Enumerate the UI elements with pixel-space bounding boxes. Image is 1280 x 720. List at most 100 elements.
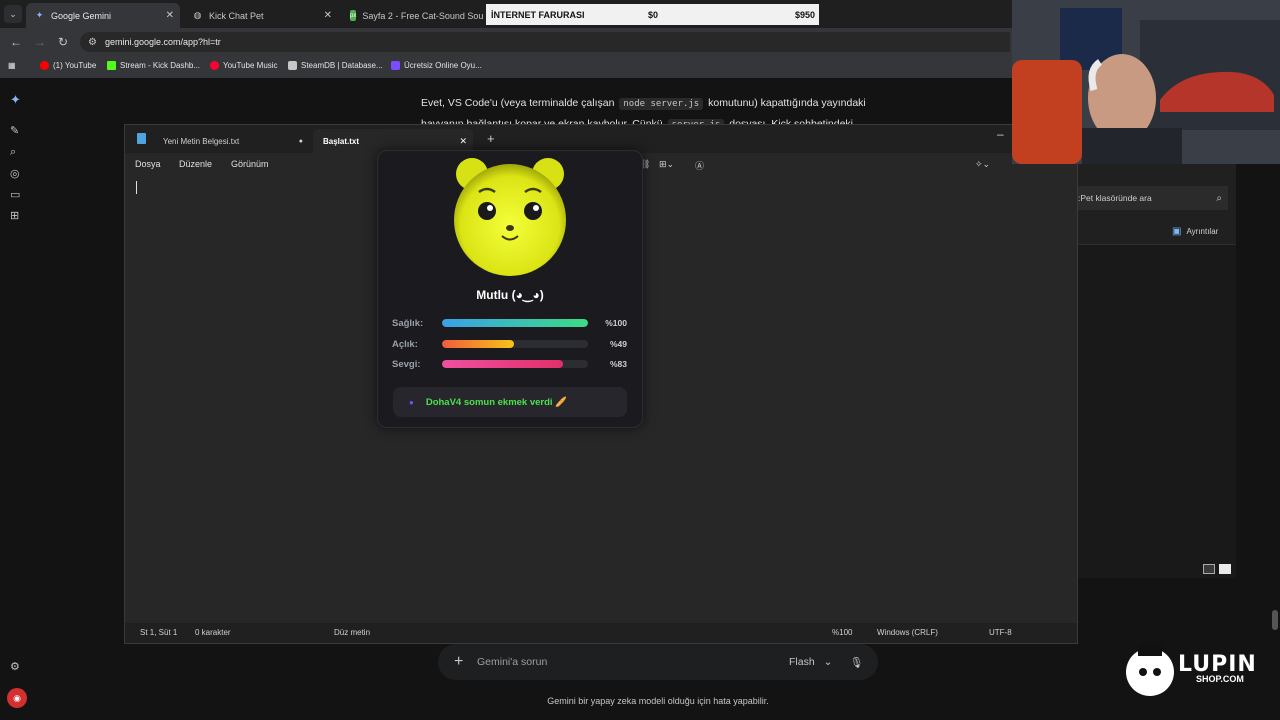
bookmark-label: Ücretsiz Online Oyu... (404, 61, 482, 70)
stat-label: Sevgi: (392, 359, 421, 370)
close-icon[interactable]: ✕ (166, 10, 174, 21)
stat-value: %100 (605, 318, 627, 328)
explorer-content-pane (1078, 244, 1236, 578)
bookmark-steamdb[interactable]: SteamDB | Database... (288, 61, 383, 70)
bookmark-youtube-music[interactable]: YouTube Music (210, 61, 278, 70)
notepad-icon (137, 133, 146, 144)
pixabay-icon: px (350, 10, 357, 21)
forward-icon[interactable]: → (34, 35, 46, 49)
prompt-input-bar[interactable]: + Gemini'a sorun Flash ⌄ 🎙 (438, 644, 878, 680)
cursor-position: St 1, Süt 1 (140, 628, 178, 637)
stat-value: %83 (609, 359, 627, 369)
internet-bill-overlay: İNTERNET FARURASI $0 $950 (486, 4, 819, 25)
tab-label: Sayfa 2 - Free Cat-Sound Soun (362, 10, 484, 21)
pet-eye-right (524, 202, 542, 220)
stat-fill (442, 340, 514, 348)
tab-label: Başlat.txt (323, 136, 360, 146)
pet-event-toast: ● DohaV4 somun ekmek verdi 🥖 (393, 387, 627, 417)
address-bar[interactable]: ⚙ gemini.google.com/app?hl=tr (80, 32, 1010, 52)
menu-dosya[interactable]: Dosya (135, 159, 161, 169)
microphone-icon[interactable]: 🎙 (850, 656, 863, 669)
tab-label: Yeni Metin Belgesi.txt (163, 136, 240, 146)
youtube-icon (40, 61, 49, 70)
model-label: Flash (789, 656, 815, 668)
gemini-sidebar: ✦ ✎ ⌕ ◎ ▭ ⊞ ⚙ ◉ (0, 82, 34, 720)
gem-icon[interactable]: ◎ (10, 167, 20, 180)
unsaved-dot-icon[interactable]: ● (299, 138, 303, 145)
spellcheck-icon[interactable]: Ⓐ (695, 159, 704, 172)
apps-icon[interactable]: ▦ (8, 61, 16, 70)
pet-head (454, 164, 566, 276)
close-icon[interactable]: ✕ (324, 10, 332, 21)
tab-search-button[interactable]: ⌄ (4, 5, 22, 23)
stat-bar (442, 360, 588, 368)
bookmark-online-games[interactable]: Ücretsiz Online Oyu... (391, 61, 482, 70)
settings-icon[interactable]: ⚙ (10, 660, 20, 673)
logo-eye (1139, 668, 1147, 676)
pet-mood-label: Mutlu (◕‿◕) (476, 288, 544, 302)
explorer-details-button[interactable]: ▣ Ayrıntılar (1172, 226, 1218, 237)
response-text: Evet, VS Code'u (veya terminalde çalışan (421, 97, 615, 109)
gemini-disclaimer: Gemini bir yapay zeka modeli olduğu için… (547, 696, 769, 706)
line-ending: Windows (CRLF) (877, 628, 938, 637)
new-chat-icon[interactable]: ✎ (10, 124, 19, 137)
scrollbar-thumb[interactable] (1272, 610, 1278, 630)
back-icon[interactable]: ← (10, 35, 22, 49)
bookmarks-bar: ▦ (1) YouTube Stream - Kick Dashb... You… (0, 56, 1012, 78)
tab-free-cat-sound[interactable]: px Sayfa 2 - Free Cat-Sound Soun (342, 3, 484, 28)
pet-nose (506, 225, 514, 231)
stat-label: Sağlık: (392, 318, 424, 329)
webcam-feed (1012, 0, 1280, 164)
library-icon[interactable]: ▭ (10, 188, 20, 201)
tiles-view-icon[interactable] (1219, 564, 1231, 574)
text-format: Düz metin (334, 628, 371, 637)
stat-bar (442, 319, 588, 327)
apps-grid-icon[interactable]: ⊞ (10, 209, 19, 222)
tab-label: Kick Chat Pet (209, 10, 264, 21)
char-count: 0 karakter (195, 628, 231, 637)
logo-top-hat (1138, 644, 1162, 656)
encoding: UTF-8 (989, 628, 1012, 637)
stat-fill (442, 360, 564, 368)
minimize-icon[interactable]: – (997, 127, 1004, 141)
stat-fill (442, 319, 588, 327)
reload-icon[interactable]: ↻ (58, 35, 68, 49)
stat-label: Açlık: (392, 339, 418, 350)
model-selector[interactable]: Flash ⌄ (789, 656, 832, 668)
search-icon[interactable]: ⌕ (10, 146, 16, 159)
steamdb-icon (288, 61, 297, 70)
chevron-down-icon: ⌄ (823, 656, 833, 668)
gemini-logo-icon[interactable]: ✦ (10, 92, 21, 108)
bill-paid: $0 (648, 9, 659, 20)
stat-value: %49 (609, 339, 627, 349)
pet-eye-left (478, 202, 496, 220)
pet-eye-shine (487, 205, 493, 211)
site-info-icon[interactable]: ⚙ (88, 37, 97, 48)
tab-kick-chat-pet[interactable]: ◍ Kick Chat Pet ✕ (184, 3, 338, 28)
games-icon (391, 61, 400, 70)
bookmark-label: SteamDB | Database... (301, 61, 383, 70)
bookmark-youtube[interactable]: (1) YouTube (40, 61, 96, 70)
close-icon[interactable]: ✕ (459, 136, 467, 147)
prompt-placeholder[interactable]: Gemini'a sorun (477, 656, 547, 668)
add-icon[interactable]: + (454, 653, 463, 671)
details-label: Ayrıntılar (1186, 227, 1219, 236)
pet-eye-shine (533, 205, 539, 211)
logo-sub: SHOP.COM (1196, 674, 1244, 684)
copilot-icon[interactable]: ✧⌄ (975, 159, 990, 170)
tab-yeni-metin-belgesi[interactable]: Yeni Metin Belgesi.txt ● (153, 129, 307, 153)
gemini-icon: ✦ (35, 10, 44, 20)
search-icon[interactable]: ⌕ (1216, 193, 1222, 204)
new-tab-icon[interactable]: + (487, 131, 495, 146)
table-icon[interactable]: ⊞⌄ (659, 159, 674, 170)
response-text: komutunu) kapattığında yayındaki (708, 97, 866, 109)
menu-duzenle[interactable]: Düzenle (179, 159, 212, 169)
event-dot-icon: ● (409, 397, 414, 407)
explorer-search-placeholder: :Pet klasöründe ara (1078, 193, 1152, 203)
details-view-icon[interactable] (1203, 564, 1215, 574)
menu-gorunum[interactable]: Görünüm (231, 159, 269, 169)
bookmark-kick-dashboard[interactable]: Stream - Kick Dashb... (107, 61, 200, 70)
explorer-search-box[interactable]: :Pet klasöründe ara ⌕ (1078, 186, 1228, 210)
tab-google-gemini[interactable]: ✦ Google Gemini ✕ (26, 3, 180, 28)
bookmark-label: Stream - Kick Dashb... (120, 61, 201, 70)
